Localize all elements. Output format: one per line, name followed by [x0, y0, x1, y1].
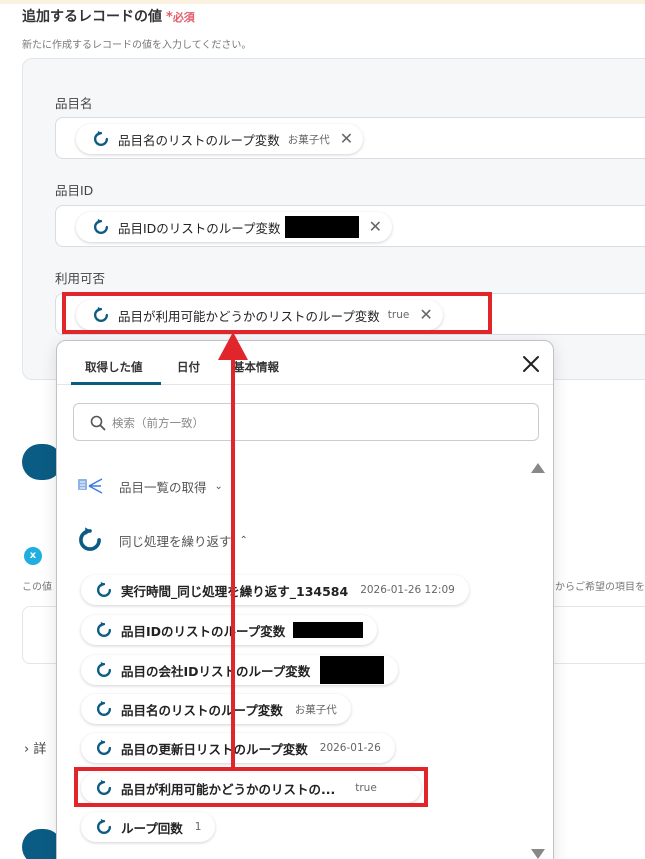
search-input[interactable] [112, 413, 512, 433]
loop-icon [75, 525, 105, 555]
section-title: 追加するレコードの値 *必須 [22, 6, 195, 26]
active-tab-indicator [71, 382, 161, 385]
chip-label: 品目名のリストのループ変数 [118, 132, 280, 148]
availability-input[interactable]: 品目が利用可能かどうかのリストのループ変数 true ✕ [55, 293, 645, 335]
list-item[interactable]: 品目の更新日リストのループ変数 2026-01-26 [81, 733, 395, 763]
redacted-value [284, 216, 359, 238]
list-item-selected[interactable]: 品目が利用可能かどうかのリストの... true [81, 773, 421, 803]
field-label-item-name: 品目名 [55, 96, 93, 111]
item-label: 品目名のリストのループ変数 [121, 702, 283, 718]
chip-value: true [387, 309, 410, 321]
popup-tabs: 取得した値 日付 基本情報 [57, 341, 553, 385]
chevron-up-icon: ⌃ [239, 534, 248, 546]
chevron-right-icon: › [24, 742, 30, 757]
loop-icon [94, 218, 109, 234]
list-item[interactable]: ループ回数 1 [81, 812, 216, 842]
loop-icon [97, 779, 112, 795]
scroll-up-arrow[interactable] [531, 463, 545, 473]
list-app-icon [75, 471, 105, 501]
item-value: お菓子代 [294, 703, 337, 716]
group-item-list[interactable]: 品目一覧の取得 ⌄ [75, 471, 223, 501]
remove-chip-icon[interactable]: ✕ [419, 307, 432, 323]
item-label: 品目の会社IDリストのループ変数 [121, 663, 311, 679]
field-label-item-id: 品目ID [55, 183, 94, 198]
chip-label: 品目が利用可能かどうかのリストのループ変数 [118, 308, 380, 324]
item-value: true [355, 782, 377, 794]
required-label: 必須 [172, 11, 195, 24]
loop-icon [97, 739, 112, 755]
detail-label: 詳 [33, 742, 47, 757]
top-border [0, 0, 645, 4]
variable-chip[interactable]: 品目名のリストのループ変数 お菓子代 ✕ [76, 124, 364, 154]
item-label: ループ回数 [121, 820, 183, 836]
item-label: 品目が利用可能かどうかのリストの... [121, 781, 336, 797]
app-logo-icon: x [24, 547, 42, 565]
item-value: 2026-01-26 12:09 [360, 584, 455, 596]
redacted-value [293, 622, 364, 638]
loop-icon [97, 700, 112, 716]
item-label: 品目IDのリストのループ変数 [121, 623, 286, 639]
list-item[interactable]: 品目IDのリストのループ変数 [81, 615, 378, 645]
loop-icon [94, 130, 109, 146]
background-text-left: この値 [22, 582, 52, 593]
chevron-down-icon: ⌄ [214, 480, 223, 492]
list-item[interactable]: 品目の会社IDリストのループ変数 [81, 655, 399, 685]
redacted-value [320, 656, 385, 684]
loop-icon [97, 661, 112, 677]
detail-toggle[interactable]: › 詳 [24, 738, 46, 757]
loop-icon [97, 818, 112, 834]
item-label: 品目の更新日リストのループ変数 [121, 741, 308, 757]
loop-icon [97, 581, 112, 597]
field-label-availability: 利用可否 [55, 271, 106, 286]
search-icon [90, 415, 106, 431]
remove-chip-icon[interactable]: ✕ [369, 219, 382, 235]
chip-value: お菓子代 [287, 133, 330, 146]
list-item[interactable]: 実行時間_同じ処理を繰り返す_134584 2026-01-26 12:09 [81, 575, 469, 605]
group-loop[interactable]: 同じ処理を繰り返す ⌃ [75, 525, 248, 555]
list-item[interactable]: 品目名のリストのループ変数 お菓子代 [81, 694, 351, 724]
variable-picker-popup: 取得した値 日付 基本情報 品目一覧の取得 ⌄ 同じ処理を繰り返す ⌃ 実行時間… [56, 340, 554, 859]
search-box [73, 403, 539, 441]
required-star: * [166, 10, 173, 25]
chip-label: 品目IDのリストのループ変数 [118, 220, 281, 236]
variable-chip[interactable]: 品目IDのリストのループ変数 ✕ [76, 212, 392, 242]
item-value: 1 [194, 821, 202, 833]
tab-basic-info[interactable]: 基本情報 [233, 359, 279, 375]
loop-icon [97, 621, 112, 637]
item-label: 実行時間_同じ処理を繰り返す_134584 [121, 583, 349, 599]
item-value: 2026-01-26 [319, 742, 381, 754]
background-text-right: からご希望の項目を [555, 582, 645, 593]
tab-date[interactable]: 日付 [177, 359, 200, 375]
remove-chip-icon[interactable]: ✕ [340, 131, 353, 147]
item-name-input[interactable]: 品目名のリストのループ変数 お菓子代 ✕ [55, 117, 645, 159]
group-label: 品目一覧の取得 [119, 479, 207, 495]
variable-chip[interactable]: 品目が利用可能かどうかのリストのループ変数 true ✕ [76, 300, 443, 330]
loop-icon [94, 306, 109, 322]
section-description: 新たに作成するレコードの値を入力してください。 [22, 40, 252, 51]
item-id-input[interactable]: 品目IDのリストのループ変数 ✕ [55, 205, 645, 247]
close-icon[interactable] [520, 353, 542, 375]
scroll-down-arrow[interactable] [531, 849, 545, 859]
group-label: 同じ処理を繰り返す [119, 533, 232, 549]
section-title-text: 追加するレコードの値 [22, 9, 162, 25]
tab-acquired-values[interactable]: 取得した値 [85, 359, 143, 375]
